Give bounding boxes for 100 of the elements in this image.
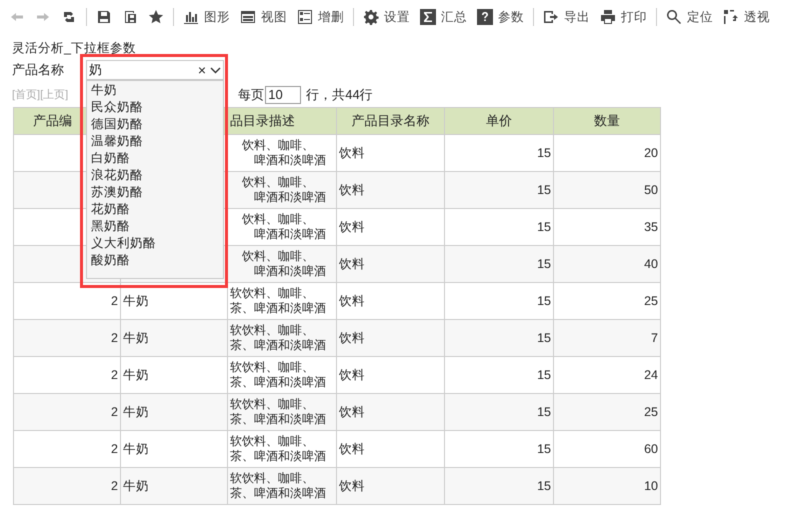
dropdown-option[interactable]: 浪花奶酪 [91, 167, 143, 184]
column-header: 品目录描述 [230, 113, 295, 128]
toolbar-button[interactable]: 增删 [294, 6, 347, 28]
table-cell-line: 啤酒和淡啤酒 [253, 227, 326, 242]
table-cell-line: 啤酒和淡啤酒 [253, 190, 326, 205]
table-cell: 15 [537, 182, 551, 198]
dropdown-option[interactable]: 德国奶酪 [91, 116, 143, 133]
table-cell: 2 [111, 367, 118, 383]
print-icon [600, 9, 616, 25]
table-cell-text: 软饮料、咖啡、茶、啤酒和淡啤酒 [230, 434, 327, 464]
table-cell: 10 [644, 478, 658, 494]
table-cell-line: 饮料、咖啡、 [241, 212, 314, 227]
row-total: 行，共44行 [306, 86, 373, 104]
combobox-value: 奶 [89, 61, 103, 80]
table-cell: 60 [644, 441, 658, 457]
table-cell: 15 [537, 404, 551, 420]
dropdown-option[interactable]: 民众奶酪 [91, 99, 143, 116]
toolbar-button[interactable]: 视图 [237, 6, 290, 28]
table-cell: 25 [644, 404, 658, 420]
table-cell: 15 [537, 145, 551, 161]
parameter-label: 产品名称 [12, 61, 64, 80]
toolbar-button[interactable]: 图形 [180, 6, 233, 28]
column-header: 单价 [486, 113, 512, 128]
settings-icon [363, 9, 379, 25]
table-cell-text: 软饮料、咖啡、茶、啤酒和淡啤酒 [230, 397, 327, 427]
table-cell-text: 软饮料、咖啡、茶、啤酒和淡啤酒 [230, 286, 327, 316]
parameter-combobox[interactable]: 奶 × [86, 60, 224, 80]
table-cell: 15 [537, 441, 551, 457]
table-cell: 2 [111, 404, 118, 420]
pivot-icon [723, 9, 739, 25]
table-cell: 饮料 [339, 478, 365, 494]
table-cell: 牛奶 [123, 293, 149, 309]
table-cell: 7 [651, 330, 658, 346]
table-cell: 牛奶 [123, 330, 149, 346]
dropdown-option[interactable]: 黑奶酪 [91, 218, 130, 235]
export-icon [543, 9, 559, 25]
table-cell: 饮料 [339, 330, 365, 346]
clear-button[interactable]: × [198, 63, 206, 77]
toolbar-button[interactable]: 参数 [474, 6, 527, 28]
table-cell-text: 软饮料、咖啡、茶、啤酒和淡啤酒 [230, 323, 327, 353]
dropdown-option[interactable]: 温馨奶酪 [91, 133, 143, 150]
table-cell: 2 [111, 293, 118, 309]
toolbar-button[interactable]: 汇总 [417, 6, 470, 28]
table-cell: 饮料 [339, 219, 365, 235]
dropdown-option[interactable]: 牛奶 [91, 82, 117, 99]
dropdown-option[interactable]: 花奶酪 [91, 201, 130, 218]
dropdown-option[interactable]: 酸奶酪 [91, 252, 130, 269]
chevron-down-icon[interactable] [210, 66, 221, 74]
table-cell: 15 [537, 256, 551, 272]
search-icon [666, 9, 682, 25]
toolbar-button[interactable]: 打印 [597, 6, 650, 28]
dropdown-option[interactable]: 白奶酪 [91, 150, 130, 167]
dropdown-option[interactable]: 义大利奶酪 [91, 235, 156, 252]
report-title: 灵活分析_下拉框参数 [12, 40, 136, 57]
table-cell-line: 饮料、咖啡、 [241, 138, 314, 153]
table-cell: 饮料 [339, 182, 365, 198]
table-cell-text: 软饮料、咖啡、茶、啤酒和淡啤酒 [230, 471, 327, 501]
column-header: 产品编 [33, 113, 72, 128]
table-cell-line: 啤酒和淡啤酒 [253, 264, 326, 279]
table-cell: 2 [111, 441, 118, 457]
table-cell: 2 [111, 330, 118, 346]
table-cell: 2 [111, 478, 118, 494]
table-cell: 15 [537, 478, 551, 494]
table-cell: 牛奶 [123, 478, 149, 494]
table-cell: 饮料 [339, 404, 365, 420]
column-header: 产品目录名称 [352, 113, 430, 128]
table-cell: 15 [537, 330, 551, 346]
table-cell: 饮料 [339, 145, 365, 161]
table-cell: 20 [644, 145, 658, 161]
table-cell-line: 饮料、咖啡、 [241, 249, 314, 264]
per-page-label: 每页 [238, 86, 264, 104]
table-cell: 饮料 [339, 256, 365, 272]
table-cell: 50 [644, 182, 658, 198]
table-cell: 15 [537, 293, 551, 309]
toolbar-button[interactable]: 设置 [360, 6, 413, 28]
column-header: 数量 [594, 113, 620, 128]
table-cell: 饮料 [339, 367, 365, 383]
table-cell: 饮料 [339, 441, 365, 457]
toolbar-button[interactable]: 定位 [663, 6, 716, 28]
window-icon [240, 9, 256, 25]
table-cell: 牛奶 [123, 367, 149, 383]
dropdown-option[interactable]: 苏澳奶酪 [91, 184, 143, 201]
bar-chart-icon [183, 9, 199, 25]
table-cell: 15 [537, 219, 551, 235]
table-cell: 24 [644, 367, 658, 383]
table-cell: 饮料 [339, 293, 365, 309]
per-page-field[interactable]: 10 [265, 86, 302, 104]
checklist-icon [297, 9, 313, 25]
toolbar-button[interactable]: 透视 [720, 6, 773, 28]
table-cell: 35 [644, 219, 658, 235]
table-cell-text: 软饮料、咖啡、茶、啤酒和淡啤酒 [230, 360, 327, 390]
table-cell: 25 [644, 293, 658, 309]
sigma-icon [420, 9, 436, 25]
table-cell: 15 [537, 367, 551, 383]
table-cell: 牛奶 [123, 441, 149, 457]
toolbar-button[interactable]: 导出 [540, 6, 593, 28]
table-cell: 40 [644, 256, 658, 272]
help-icon [477, 9, 493, 25]
table-cell-line: 啤酒和淡啤酒 [253, 153, 326, 168]
table-cell-line: 饮料、咖啡、 [241, 175, 314, 190]
